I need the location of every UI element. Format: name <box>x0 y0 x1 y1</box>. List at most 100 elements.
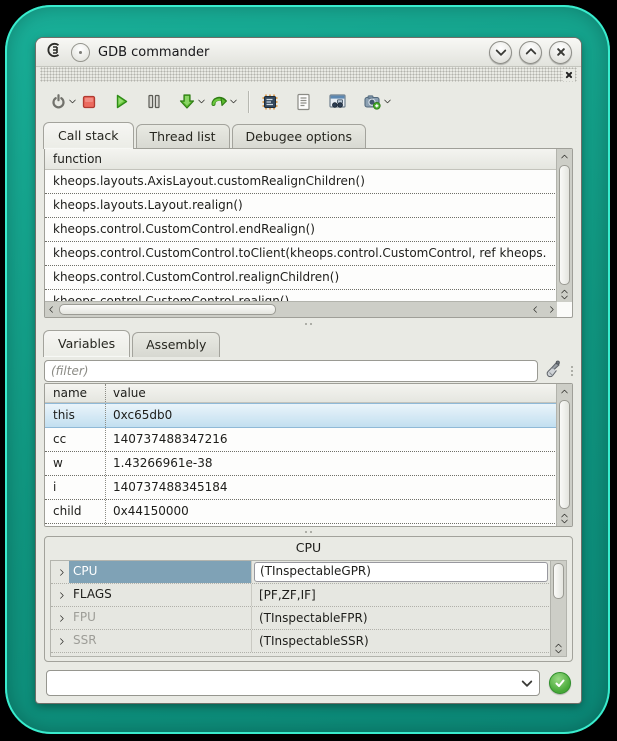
vertical-scrollbar[interactable] <box>550 561 566 656</box>
call-stack-row[interactable]: kheops.layouts.AxisLayout.customRealignC… <box>45 170 557 194</box>
cpu-inspector-button[interactable] <box>259 88 281 116</box>
chevron-up-icon <box>561 389 568 396</box>
combo-dropdown-button[interactable] <box>515 671 539 695</box>
variable-name: cc <box>45 428 106 451</box>
call-stack-column-header[interactable]: function <box>45 149 572 170</box>
expand-button[interactable] <box>51 570 69 575</box>
chevron-down-icon <box>521 675 532 686</box>
send-command-button[interactable] <box>549 672 571 694</box>
middle-tab-bar: Variables Assembly <box>36 330 581 357</box>
chevron-right-icon <box>56 568 63 575</box>
register-value-field[interactable]: (TInspectableGPR) <box>254 562 548 582</box>
menu-chevron-icon <box>69 97 76 104</box>
tab-assembly[interactable]: Assembly <box>132 332 220 357</box>
variable-name: i <box>45 476 106 499</box>
register-row[interactable]: SSR (TInspectableSSR) <box>51 630 551 653</box>
titlebar[interactable]: GDB commander <box>36 38 581 67</box>
pause-button[interactable] <box>144 88 164 116</box>
gdb-command-bar <box>36 662 581 703</box>
expand-button[interactable] <box>51 616 69 621</box>
variable-name: this <box>45 404 106 427</box>
menu-chevron-icon <box>384 97 391 104</box>
pane-splitter[interactable] <box>36 318 581 330</box>
register-group-name: FLAGS <box>69 584 252 606</box>
roll-up-button[interactable] <box>519 41 542 64</box>
menu-chevron-icon <box>198 97 205 104</box>
filter-bar <box>36 357 581 384</box>
snapshot-button[interactable] <box>361 88 392 116</box>
call-stack-row[interactable]: kheops.control.CustomControl.realignChil… <box>45 266 557 290</box>
horizontal-scrollbar[interactable] <box>45 301 557 317</box>
toolbar-separator <box>248 91 249 113</box>
scroll-right-button[interactable] <box>543 303 557 317</box>
variable-row[interactable]: this 0xc65db0 <box>45 403 557 428</box>
watch-button[interactable] <box>326 88 349 116</box>
splitter-grip[interactable] <box>571 366 573 376</box>
vertical-scrollbar[interactable] <box>556 384 572 526</box>
run-button[interactable] <box>111 88 132 116</box>
variable-value: 0x44150000 <box>106 500 189 523</box>
variable-row[interactable]: child 0x44150000 <box>45 500 557 524</box>
window-buttons <box>489 41 572 64</box>
stop-button[interactable] <box>79 88 99 116</box>
variable-name: w <box>45 452 106 475</box>
top-tab-bar: Call stack Thread list Debugee options <box>36 121 581 149</box>
vertical-scrollbar[interactable] <box>556 149 572 302</box>
window-title: GDB commander <box>98 45 209 60</box>
register-row[interactable]: FPU (TInspectableFPR) <box>51 607 551 630</box>
chevron-down-icon <box>495 45 506 56</box>
pause-icon <box>146 93 162 110</box>
expand-button[interactable] <box>51 639 69 644</box>
scroll-up-button[interactable] <box>558 149 572 163</box>
expand-button[interactable] <box>51 593 69 598</box>
command-list-button[interactable] <box>293 88 314 116</box>
chevron-right-icon <box>56 614 63 621</box>
column-header-name[interactable]: name <box>45 384 106 402</box>
call-stack-row[interactable]: kheops.control.CustomControl.endRealign(… <box>45 218 557 242</box>
pane-splitter[interactable] <box>36 527 581 536</box>
scroll-up-button[interactable] <box>558 384 572 398</box>
variable-row[interactable]: h 1.43266961e-38 <box>45 524 557 526</box>
scroll-left-button[interactable] <box>529 303 543 317</box>
chevron-left-icon <box>532 306 539 313</box>
debug-toolbar <box>36 82 581 121</box>
window-menu-button[interactable] <box>71 43 90 62</box>
scroll-left-button[interactable] <box>45 303 59 317</box>
variable-row[interactable]: cc 140737488347216 <box>45 428 557 452</box>
scrollbar-thumb[interactable] <box>553 563 564 599</box>
close-icon <box>565 71 573 79</box>
call-stack-row[interactable]: kheops.control.CustomControl.toClient(kh… <box>45 242 557 266</box>
register-row[interactable]: FLAGS [PF,ZF,IF] <box>51 584 551 607</box>
call-stack-row[interactable]: kheops.layouts.Layout.realign() <box>45 194 557 218</box>
scrollbar-thumb[interactable] <box>559 165 570 285</box>
gdb-commander-window: GDB commander <box>36 38 581 703</box>
register-group-name: FPU <box>69 607 252 629</box>
clear-filter-button[interactable] <box>544 359 563 382</box>
tab-thread-list[interactable]: Thread list <box>136 124 230 149</box>
check-icon <box>554 677 566 689</box>
cpu-chip-icon <box>261 93 279 111</box>
power-icon <box>50 93 67 110</box>
command-combobox[interactable] <box>46 670 540 696</box>
step-button[interactable] <box>176 88 206 116</box>
step-over-button[interactable] <box>208 88 238 116</box>
variable-row[interactable]: i 140737488345184 <box>45 476 557 500</box>
command-input[interactable] <box>47 676 515 690</box>
screen: GDB commander <box>0 0 617 741</box>
scrollbar-thumb[interactable] <box>559 400 570 509</box>
close-window-button[interactable] <box>549 41 572 64</box>
roll-down-button[interactable] <box>489 41 512 64</box>
register-value: [PF,ZF,IF] <box>252 585 551 606</box>
dock-close-button[interactable] <box>563 69 575 81</box>
tab-debugee-options[interactable]: Debugee options <box>232 124 367 149</box>
column-header-value[interactable]: value <box>106 384 146 402</box>
variable-row[interactable]: w 1.43266961e-38 <box>45 452 557 476</box>
dock-drag-handle[interactable] <box>40 67 577 82</box>
scrollbar-thumb[interactable] <box>59 304 276 315</box>
power-button[interactable] <box>48 88 77 116</box>
filter-input[interactable] <box>44 360 538 382</box>
register-row[interactable]: CPU (TInspectableGPR) <box>51 561 551 584</box>
variable-name: h <box>45 524 106 526</box>
tab-variables[interactable]: Variables <box>43 330 130 357</box>
tab-call-stack[interactable]: Call stack <box>43 122 134 149</box>
